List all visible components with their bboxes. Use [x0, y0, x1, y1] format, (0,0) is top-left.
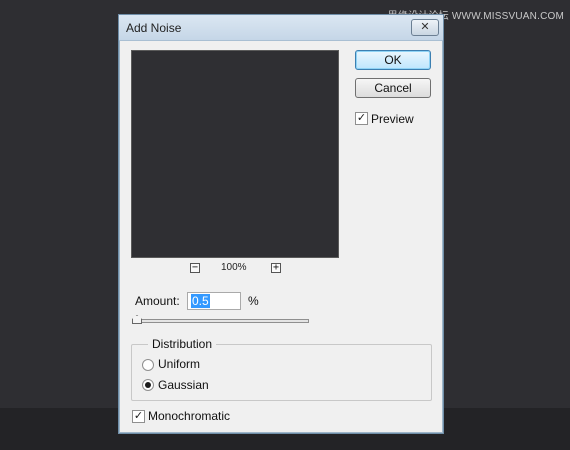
- amount-value: 0.5: [191, 294, 210, 308]
- zoom-in-button[interactable]: +: [271, 263, 281, 273]
- monochromatic-checkbox[interactable]: ✓: [132, 410, 145, 423]
- preview-image[interactable]: [131, 50, 339, 258]
- amount-slider[interactable]: [135, 319, 309, 323]
- ok-button[interactable]: OK: [355, 50, 431, 70]
- dialog-title: Add Noise: [126, 21, 182, 35]
- distribution-group: [131, 344, 432, 401]
- zoom-controls: − 100% +: [131, 262, 339, 276]
- uniform-label[interactable]: Uniform: [158, 357, 200, 371]
- zoom-level: 100%: [221, 262, 247, 273]
- amount-slider-thumb[interactable]: [132, 315, 142, 324]
- zoom-out-button[interactable]: −: [190, 263, 200, 273]
- amount-label: Amount:: [135, 294, 180, 308]
- close-button[interactable]: ✕: [411, 19, 439, 36]
- preview-checkbox[interactable]: ✓: [355, 112, 368, 125]
- amount-input[interactable]: 0.5: [187, 292, 241, 310]
- preview-label[interactable]: Preview: [371, 112, 414, 126]
- gaussian-label[interactable]: Gaussian: [158, 378, 209, 392]
- uniform-radio[interactable]: [142, 359, 154, 371]
- cancel-button[interactable]: Cancel: [355, 78, 431, 98]
- gaussian-radio[interactable]: [142, 379, 154, 391]
- close-icon: ✕: [420, 21, 430, 33]
- monochromatic-label[interactable]: Monochromatic: [148, 409, 230, 423]
- dialog-titlebar[interactable]: Add Noise ✕: [119, 15, 443, 41]
- distribution-label: Distribution: [148, 337, 217, 351]
- add-noise-dialog: Add Noise ✕ − 100% + OK Cancel ✓ Preview…: [118, 14, 444, 434]
- amount-unit: %: [248, 294, 259, 308]
